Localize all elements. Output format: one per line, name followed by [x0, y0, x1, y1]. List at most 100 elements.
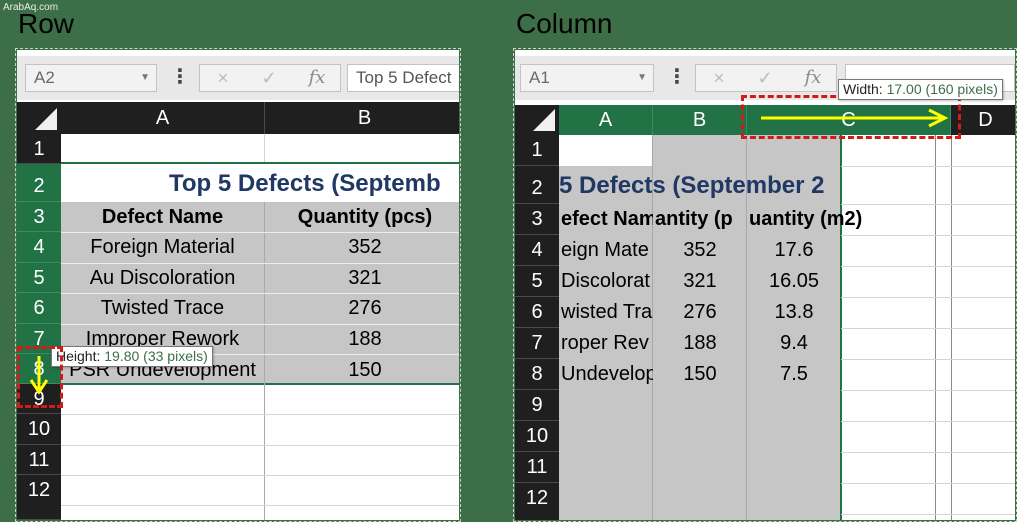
left-hline	[61, 505, 459, 506]
right-hline	[841, 204, 1015, 205]
chevron-down-icon[interactable]: ▼	[140, 65, 150, 91]
left-excel-window: A2 ▼ ⋮ × ✓ fx Top 5 Defect A B 1 2 3 4 5…	[15, 48, 461, 522]
left-row-header-4[interactable]: 4	[17, 232, 61, 263]
right-cell-qty: 150	[683, 363, 717, 385]
right-row-header-9[interactable]: 9	[515, 390, 559, 421]
vertical-dots-icon[interactable]: ⋮	[667, 64, 687, 92]
left-col-header-a[interactable]: A	[61, 102, 265, 134]
left-cell-qty: 276	[348, 297, 382, 319]
left-name-box[interactable]: A2 ▼	[25, 64, 157, 92]
left-title-top-border	[61, 162, 459, 164]
arrow-right-icon	[761, 108, 949, 128]
right-cell-qty: 276	[683, 301, 717, 323]
left-table-bottom-border	[61, 383, 459, 385]
right-cell-name: Undevelop	[561, 363, 653, 385]
left-hline	[61, 445, 459, 446]
chevron-down-icon[interactable]: ▼	[637, 65, 647, 91]
right-hline	[841, 483, 1015, 484]
right-cell-area: 17.6	[774, 239, 814, 261]
right-row-header-10[interactable]: 10	[515, 421, 559, 452]
left-hline	[61, 414, 459, 415]
right-hline	[841, 328, 1015, 329]
insert-function-icon[interactable]: fx	[796, 65, 830, 91]
left-row-header-11[interactable]: 11	[17, 445, 61, 475]
left-row-header-6[interactable]: 6	[17, 293, 61, 324]
left-hline	[61, 324, 459, 325]
right-header-quantity-m2: uantity (m2)	[749, 208, 863, 230]
right-cell-name: eign Mate	[561, 239, 649, 261]
left-vline	[264, 134, 265, 162]
right-row-header-8[interactable]: 8	[515, 359, 559, 390]
left-formula-bar: A2 ▼ ⋮ × ✓ fx Top 5 Defect	[17, 56, 459, 100]
left-header-defect-name: Defect Name	[101, 206, 224, 228]
right-table-title: 5 Defects (September 2	[559, 172, 825, 199]
right-hline	[841, 266, 1015, 267]
right-hline	[841, 359, 1015, 360]
right-name-box[interactable]: A1 ▼	[520, 64, 654, 92]
right-row-header-1[interactable]: 1	[515, 135, 559, 166]
cancel-icon[interactable]: ×	[206, 65, 240, 91]
arrow-down-icon	[29, 356, 49, 395]
right-header-defect-name: efect Nam	[561, 208, 653, 230]
right-hline	[841, 452, 1015, 453]
right-cell-name: Discolorat	[561, 270, 650, 292]
right-selected-range	[653, 135, 841, 166]
right-select-all-corner[interactable]	[515, 105, 559, 135]
right-cell-area: 7.5	[780, 363, 808, 385]
right-row-header-12[interactable]: 12	[515, 483, 559, 520]
right-cell-qty: 188	[683, 332, 717, 354]
left-height-tooltip: Height: 19.80 (33 pixels)	[51, 346, 213, 367]
right-heading: Column	[516, 8, 613, 39]
right-cell-area: 13.8	[774, 301, 814, 323]
right-row-header-6[interactable]: 6	[515, 297, 559, 328]
left-row-header-1[interactable]: 1	[17, 134, 61, 164]
right-hline	[841, 235, 1015, 236]
left-row-header-3[interactable]: 3	[17, 202, 61, 232]
left-name-box-value: A2	[34, 68, 55, 87]
cancel-icon[interactable]: ×	[702, 65, 736, 91]
right-row-header-7[interactable]: 7	[515, 328, 559, 359]
left-row-header-5[interactable]: 5	[17, 263, 61, 293]
left-cell-qty: 150	[348, 359, 382, 381]
left-row-header-12[interactable]: 12	[17, 475, 61, 520]
enter-icon[interactable]: ✓	[748, 65, 782, 91]
right-name-box-value: A1	[529, 68, 550, 87]
left-cell-name: Twisted Trace	[100, 297, 225, 319]
left-hline	[61, 263, 459, 264]
right-excel-window: A1 ▼ ⋮ × ✓ fx A B C D 1 2 3 4 5 6 7 8 9 …	[513, 48, 1017, 522]
right-tooltip-label: Width:	[843, 81, 887, 97]
left-row-header-10[interactable]: 10	[17, 414, 61, 445]
right-cell-qty: 352	[683, 239, 717, 261]
right-row-header-11[interactable]: 11	[515, 452, 559, 483]
right-hline	[841, 166, 1015, 167]
right-grid: A B C D 1 2 3 4 5 6 7 8 9 10 11 12 5 Def…	[515, 95, 1015, 520]
right-hline	[841, 390, 1015, 391]
right-cell-name: roper Rev	[561, 332, 649, 354]
right-cell-area: 9.4	[780, 332, 808, 354]
right-width-tooltip: Width: 17.00 (160 pixels)	[838, 79, 1003, 100]
right-row-header-5[interactable]: 5	[515, 266, 559, 297]
right-row-header-4[interactable]: 4	[515, 235, 559, 266]
right-col-header-a[interactable]: A	[559, 105, 653, 135]
left-select-all-corner[interactable]	[17, 102, 61, 134]
left-cell-name: Au Discoloration	[89, 267, 236, 289]
right-hline	[841, 514, 1015, 515]
left-cell-qty: 321	[348, 267, 382, 289]
right-cell-name: wisted Tra	[561, 301, 653, 323]
right-header-quantity-pcs: antity (p	[655, 208, 733, 230]
right-row-header-2[interactable]: 2	[515, 166, 559, 204]
left-header-quantity: Quantity (pcs)	[297, 206, 433, 228]
right-hline	[841, 297, 1015, 298]
vertical-dots-icon[interactable]: ⋮	[170, 64, 190, 92]
right-col-header-b[interactable]: B	[653, 105, 747, 135]
left-formula-input[interactable]: Top 5 Defect	[347, 64, 459, 92]
left-row-header-2[interactable]: 2	[17, 164, 61, 202]
right-formula-buttons: × ✓ fx	[695, 64, 837, 92]
right-row-header-3[interactable]: 3	[515, 204, 559, 235]
left-col-header-b[interactable]: B	[265, 102, 459, 134]
left-formula-buttons: × ✓ fx	[199, 64, 341, 92]
left-heading: Row	[18, 8, 75, 39]
insert-function-icon[interactable]: fx	[300, 65, 334, 91]
enter-icon[interactable]: ✓	[252, 65, 286, 91]
left-cell-qty: 188	[348, 328, 382, 350]
